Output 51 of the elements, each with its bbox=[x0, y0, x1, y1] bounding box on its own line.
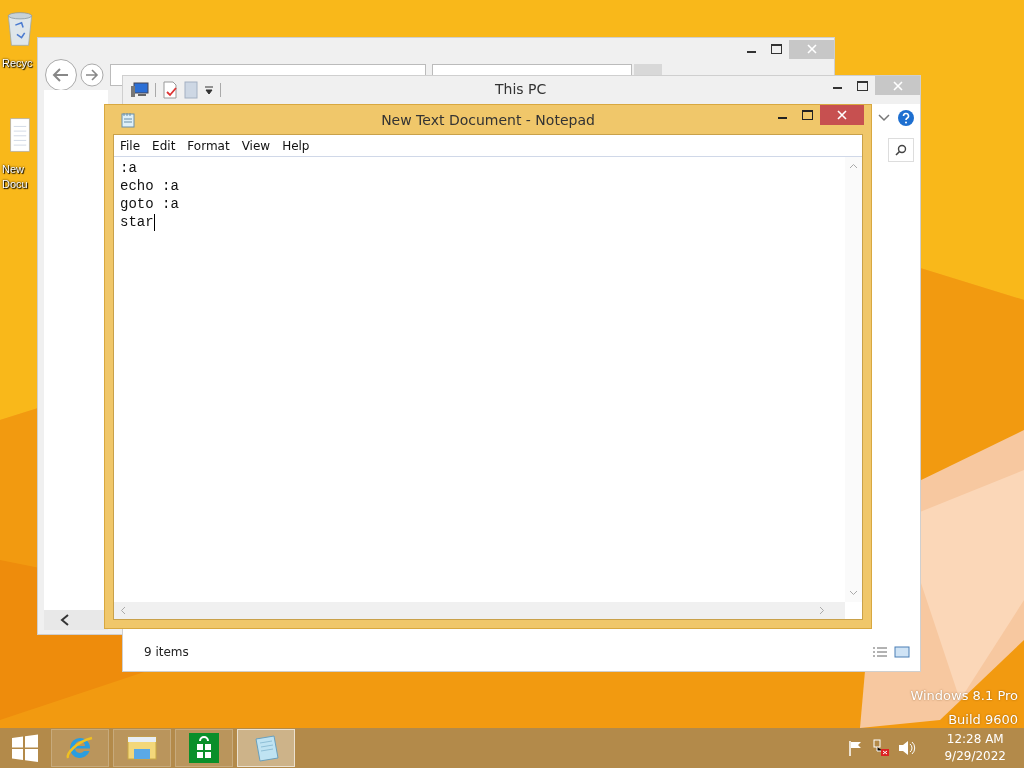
window-title: New Text Document - Notepad bbox=[381, 112, 595, 128]
folder-icon bbox=[126, 733, 158, 763]
close-icon bbox=[837, 110, 847, 120]
details-view-icon[interactable] bbox=[872, 646, 888, 658]
dropdown-icon[interactable] bbox=[204, 85, 214, 95]
network-icon[interactable] bbox=[872, 739, 891, 757]
forward-button[interactable] bbox=[80, 63, 104, 87]
help-icon[interactable] bbox=[898, 110, 914, 126]
search-button[interactable] bbox=[888, 138, 914, 162]
scroll-down-icon[interactable] bbox=[849, 590, 858, 596]
clock-time: 12:28 AM bbox=[946, 731, 1004, 748]
menu-item[interactable]: File bbox=[116, 138, 145, 153]
text-line: :a bbox=[120, 159, 137, 177]
desktop-icon-label: New bbox=[2, 162, 24, 177]
notepad-icon bbox=[121, 111, 135, 128]
tiles-view-icon[interactable] bbox=[894, 646, 910, 658]
status-text: 9 items bbox=[144, 645, 189, 659]
text-editor[interactable]: :a echo :a goto :a star bbox=[114, 157, 862, 619]
browser-tab[interactable] bbox=[432, 64, 632, 75]
menu-item[interactable]: View bbox=[237, 138, 275, 153]
volume-icon[interactable] bbox=[898, 740, 917, 756]
taskbar-button[interactable] bbox=[113, 729, 171, 767]
watermark-text: Build 9600 bbox=[948, 711, 1018, 729]
computer-icon[interactable] bbox=[131, 82, 149, 98]
desktop-icon-label: Recyc bbox=[2, 56, 33, 71]
scroll-right-icon[interactable] bbox=[819, 606, 825, 615]
search-icon bbox=[895, 144, 907, 156]
back-button[interactable] bbox=[44, 58, 78, 92]
start-button[interactable] bbox=[11, 734, 39, 762]
horizontal-scrollbar[interactable] bbox=[44, 610, 108, 630]
taskbar-button[interactable] bbox=[175, 729, 233, 767]
taskbar-button[interactable] bbox=[237, 729, 295, 767]
desktop-icon-label: Docu bbox=[2, 177, 28, 192]
text-line: star bbox=[120, 213, 154, 231]
close-icon bbox=[892, 80, 903, 91]
menu-item[interactable]: Edit bbox=[148, 138, 180, 153]
text-line: goto :a bbox=[120, 195, 179, 213]
store-icon bbox=[189, 733, 219, 763]
clock-date: 9/29/2022 bbox=[944, 748, 1006, 765]
horizontal-scrollbar[interactable] bbox=[114, 602, 845, 619]
properties-icon[interactable] bbox=[162, 81, 178, 99]
menu-item[interactable]: Format bbox=[183, 138, 234, 153]
menu-item[interactable]: Help bbox=[278, 138, 314, 153]
chevron-icon[interactable] bbox=[878, 114, 890, 122]
text-line: echo :a bbox=[120, 177, 179, 195]
scroll-left-icon[interactable] bbox=[60, 614, 70, 626]
watermark-text: Windows 8.1 Pro bbox=[910, 687, 1018, 705]
scroll-up-icon[interactable] bbox=[849, 163, 858, 169]
taskbar-button[interactable] bbox=[51, 729, 109, 767]
close-icon bbox=[806, 44, 817, 54]
window-title: This PC bbox=[495, 81, 547, 97]
